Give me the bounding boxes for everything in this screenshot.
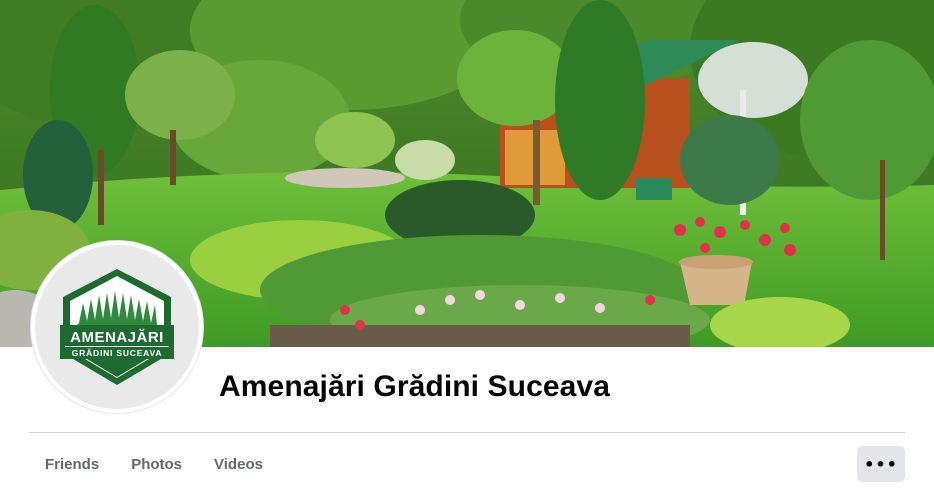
more-horizontal-icon: •••	[864, 454, 898, 474]
more-options-button[interactable]: •••	[857, 446, 905, 482]
tab-photos[interactable]: Photos	[115, 440, 198, 490]
logo-line-1: AMENAJĂRI	[70, 329, 164, 346]
header-divider	[29, 432, 905, 433]
page-title: Amenajări Grădini Suceava	[219, 370, 611, 403]
profile-tabs: Friends Photos Videos	[29, 440, 279, 490]
tab-videos[interactable]: Videos	[198, 440, 279, 490]
avatar-background: AMENAJĂRI GRĂDINI SUCEAVA	[35, 245, 199, 409]
company-logo: AMENAJĂRI GRĂDINI SUCEAVA	[60, 269, 174, 385]
logo-line-2: GRĂDINI SUCEAVA	[72, 348, 163, 358]
tab-friends[interactable]: Friends	[29, 440, 115, 490]
profile-avatar[interactable]: AMENAJĂRI GRĂDINI SUCEAVA	[31, 241, 203, 413]
